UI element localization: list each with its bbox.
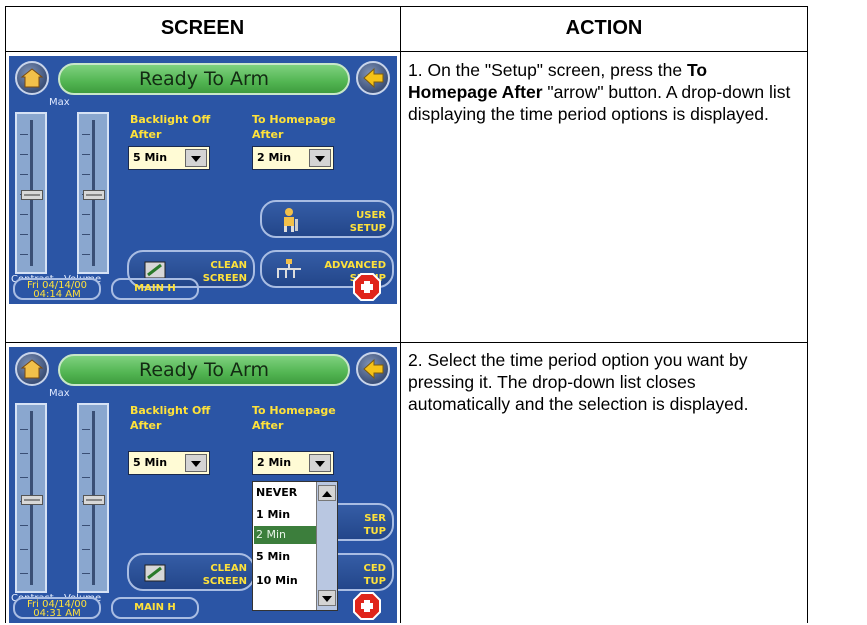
scroll-up-button[interactable]	[318, 485, 336, 501]
advanced-setup-label: CED TUP	[363, 563, 386, 587]
to-homepage-label: To Homepage After	[252, 113, 336, 141]
backlight-off-label: Backlight Off After	[130, 404, 211, 432]
option-5-min[interactable]: 5 Min	[256, 550, 290, 563]
clean-screen-label: CLEAN SCREEN	[202, 563, 247, 587]
status-title: Ready To Arm	[58, 354, 350, 386]
option-1-min[interactable]: 1 Min	[256, 508, 290, 521]
chevron-up-icon	[322, 491, 332, 497]
option-never[interactable]: NEVER	[256, 486, 297, 499]
table-row-divider	[5, 342, 808, 343]
volume-slider[interactable]	[77, 403, 109, 593]
header-action: ACTION	[565, 17, 643, 39]
chevron-down-icon	[322, 596, 332, 602]
contrast-slider[interactable]	[15, 112, 47, 274]
backlight-off-dropdown[interactable]: 5 Min	[128, 451, 210, 475]
volume-slider-thumb[interactable]	[83, 190, 105, 200]
contrast-slider-thumb[interactable]	[21, 190, 43, 200]
contrast-slider-thumb[interactable]	[21, 495, 43, 505]
option-2-min[interactable]: 2 Min	[256, 528, 286, 541]
home-button[interactable]	[15, 61, 49, 95]
volume-slider-thumb[interactable]	[83, 495, 105, 505]
network-icon	[277, 259, 301, 278]
clean-screen-icon	[144, 564, 166, 582]
setup-screen-2: Ready To Arm Max Contrast Volume Backlig…	[9, 347, 397, 623]
back-button[interactable]	[356, 61, 390, 95]
options-scrollbar[interactable]	[316, 482, 337, 610]
table-border-top	[5, 6, 808, 7]
main-h-button[interactable]: MAIN H	[111, 278, 199, 300]
user-setup-button[interactable]: USER SETUP	[260, 200, 394, 238]
max-label: Max	[49, 97, 70, 108]
clean-screen-button[interactable]: CLEAN SCREEN	[127, 553, 255, 591]
table-header-divider	[5, 51, 808, 52]
action-step-2: 2. Select the time period option you wan…	[408, 350, 749, 414]
home-button[interactable]	[15, 352, 49, 386]
max-label: Max	[49, 388, 70, 399]
table-border-right	[807, 6, 808, 623]
chevron-down-icon[interactable]	[309, 454, 331, 472]
volume-slider[interactable]	[77, 112, 109, 274]
user-icon	[284, 208, 298, 232]
main-h-button[interactable]: MAIN H	[111, 597, 199, 619]
status-title: Ready To Arm	[58, 63, 350, 95]
chevron-down-icon[interactable]	[185, 149, 207, 167]
chevron-down-icon[interactable]	[185, 454, 207, 472]
emergency-icon[interactable]	[352, 272, 382, 302]
home-icon	[20, 359, 44, 379]
instruction-table: SCREEN ACTION 1. On the "Setup" screen, …	[5, 6, 808, 623]
backlight-off-dropdown[interactable]: 5 Min	[128, 146, 210, 170]
clean-screen-label: CLEAN SCREEN	[202, 260, 247, 284]
back-arrow-icon	[363, 67, 384, 89]
scroll-down-button[interactable]	[318, 590, 336, 606]
backlight-off-label: Backlight Off After	[130, 113, 211, 141]
to-homepage-dropdown[interactable]: 2 Min	[252, 146, 334, 170]
setup-screen-1: Ready To Arm Max Contrast Volume Backlig…	[9, 56, 397, 304]
user-setup-label: USER SETUP	[349, 210, 386, 234]
to-homepage-options-list[interactable]: NEVER 1 Min 2 Min 5 Min 10 Min	[252, 481, 338, 611]
date-time-display: Fri 04/14/00 04:31 AM	[13, 597, 101, 619]
back-arrow-icon	[363, 358, 384, 380]
action-step-1: 1. On the "Setup" screen, press the To H…	[408, 60, 791, 124]
table-column-divider	[400, 6, 401, 623]
emergency-icon[interactable]	[352, 591, 382, 621]
chevron-down-icon[interactable]	[309, 149, 331, 167]
header-screen: SCREEN	[160, 17, 245, 39]
back-button[interactable]	[356, 352, 390, 386]
home-icon	[20, 68, 44, 88]
contrast-slider[interactable]	[15, 403, 47, 593]
to-homepage-label: To Homepage After	[252, 404, 336, 432]
date-time-display: Fri 04/14/00 04:14 AM	[13, 278, 101, 300]
user-setup-label: SER TUP	[363, 513, 386, 537]
option-10-min[interactable]: 10 Min	[256, 574, 298, 587]
to-homepage-dropdown[interactable]: 2 Min	[252, 451, 334, 475]
table-border-left	[5, 6, 6, 623]
